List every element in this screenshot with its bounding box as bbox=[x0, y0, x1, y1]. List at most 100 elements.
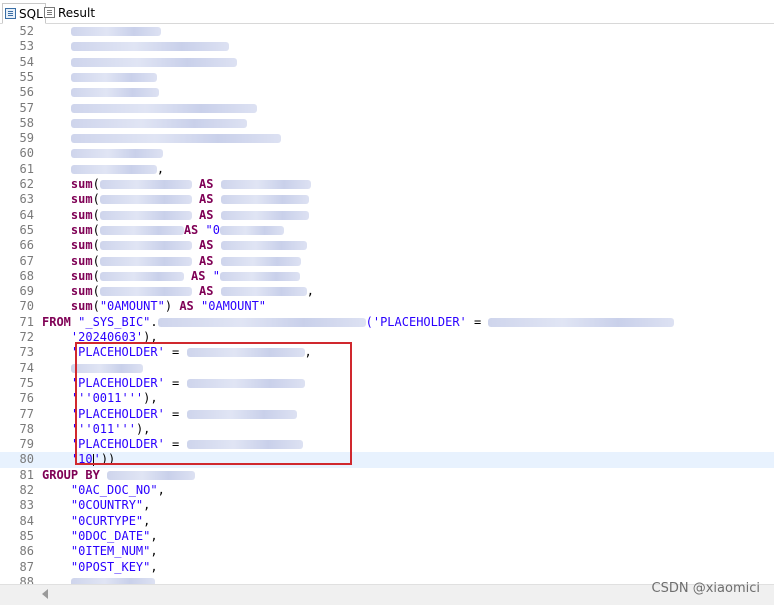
line-number: 82 bbox=[19, 483, 34, 497]
code-text: sum(AS "0 bbox=[42, 223, 284, 238]
code-line[interactable]: 71 FROM "_SYS_BIC". ('PLACEHOLDER' = bbox=[0, 315, 774, 330]
code-line[interactable]: 83 "0COUNTRY", bbox=[0, 498, 774, 513]
code-line[interactable]: 80 '10')) bbox=[0, 452, 774, 468]
code-line[interactable]: 86 "0ITEM_NUM", bbox=[0, 544, 774, 559]
code-line[interactable]: 75 'PLACEHOLDER' = bbox=[0, 376, 774, 391]
code-text bbox=[42, 575, 155, 584]
code-token: . bbox=[150, 314, 158, 329]
sql-code-editor[interactable]: 52 53 54 55 56 57 58 59 60 61 , 62 sum( A… bbox=[0, 23, 774, 584]
code-text: "0AC_DOC_NO", bbox=[42, 483, 165, 498]
code-line[interactable]: 78 '''011'''), bbox=[0, 422, 774, 437]
code-line[interactable]: 73 'PLACEHOLDER' = , bbox=[0, 345, 774, 360]
code-line[interactable]: 87 "0POST_KEY", bbox=[0, 560, 774, 575]
code-line[interactable]: 76 '''0011'''), bbox=[0, 391, 774, 406]
sql-string: "0AMOUNT" bbox=[201, 299, 267, 314]
sql-string: "0POST_KEY" bbox=[70, 559, 151, 574]
code-text bbox=[42, 85, 159, 100]
code-line[interactable]: 64 sum( AS bbox=[0, 208, 774, 223]
code-token: = bbox=[164, 406, 187, 421]
code-line[interactable]: 62 sum( AS bbox=[0, 177, 774, 192]
code-line[interactable]: 81 GROUP BY bbox=[0, 468, 774, 483]
line-number: 70 bbox=[19, 299, 34, 314]
redacted-text bbox=[99, 241, 192, 251]
sql-keyword: AS bbox=[191, 238, 221, 253]
line-number: 54 bbox=[19, 54, 34, 69]
code-line[interactable]: 57 bbox=[0, 101, 774, 116]
redacted-text bbox=[220, 256, 301, 266]
sql-keyword: AS bbox=[191, 177, 221, 191]
code-line[interactable]: 54 bbox=[0, 55, 774, 70]
code-text: sum( AS " bbox=[42, 269, 300, 284]
code-line[interactable]: 68 sum( AS " bbox=[0, 269, 774, 284]
code-line[interactable]: 69 sum( AS , bbox=[0, 284, 774, 299]
code-text: 'PLACEHOLDER' = bbox=[42, 407, 297, 422]
code-line[interactable]: 74 bbox=[0, 361, 774, 376]
redacted-text bbox=[488, 317, 675, 327]
code-line[interactable]: 77 'PLACEHOLDER' = bbox=[0, 407, 774, 422]
code-line[interactable]: 56 bbox=[0, 85, 774, 100]
code-line[interactable]: 66 sum( AS bbox=[0, 238, 774, 253]
code-text: "0POST_KEY", bbox=[42, 560, 158, 575]
sql-string: "0AMOUNT" bbox=[99, 299, 165, 314]
code-line[interactable]: 72 '20240603'), bbox=[0, 330, 774, 345]
code-line[interactable]: 67 sum( AS bbox=[0, 254, 774, 269]
redacted-text bbox=[70, 42, 229, 52]
redacted-text bbox=[70, 88, 159, 98]
code-text: '20240603'), bbox=[42, 330, 158, 345]
scroll-left-arrow-icon[interactable] bbox=[42, 589, 48, 599]
sql-string: "0DOC_DATE" bbox=[70, 528, 151, 543]
code-text: "0DOC_DATE", bbox=[42, 529, 158, 544]
sql-string: "0CURTYPE" bbox=[70, 513, 144, 528]
sql-keyword: sum bbox=[70, 238, 93, 253]
sql-keyword: AS bbox=[183, 222, 206, 237]
redacted-text bbox=[186, 378, 305, 388]
line-number: 59 bbox=[19, 131, 34, 146]
code-line[interactable]: 70 sum("0AMOUNT") AS "0AMOUNT" bbox=[0, 299, 774, 314]
code-line[interactable]: 58 bbox=[0, 116, 774, 131]
code-line[interactable]: 61 , bbox=[0, 162, 774, 177]
sql-string: '''0011''' bbox=[70, 391, 144, 406]
code-text bbox=[42, 146, 163, 161]
line-number: 64 bbox=[19, 207, 34, 222]
sql-keyword: sum bbox=[70, 253, 93, 268]
code-token: ( bbox=[92, 268, 100, 283]
code-text: sum( AS bbox=[42, 238, 307, 253]
line-number: 61 bbox=[19, 161, 34, 176]
code-line[interactable]: 82 "0AC_DOC_NO", bbox=[0, 483, 774, 498]
code-line[interactable]: 65 sum(AS "0 bbox=[0, 223, 774, 238]
code-line[interactable]: 60 bbox=[0, 146, 774, 161]
code-token: , bbox=[156, 161, 165, 176]
line-number: 60 bbox=[19, 146, 34, 161]
redacted-text bbox=[70, 134, 281, 144]
code-line[interactable]: 63 sum( AS bbox=[0, 192, 774, 207]
tab-sql[interactable]: SQL bbox=[2, 3, 46, 24]
tab-result[interactable]: Result bbox=[44, 3, 95, 22]
code-line[interactable]: 84 "0CURTYPE", bbox=[0, 514, 774, 529]
code-token: ( bbox=[92, 222, 100, 237]
sql-string: 'PLACEHOLDER' bbox=[70, 345, 165, 360]
code-line[interactable]: 85 "0DOC_DATE", bbox=[0, 529, 774, 544]
redacted-text bbox=[99, 287, 192, 297]
code-token: = bbox=[164, 375, 187, 390]
redacted-text bbox=[220, 210, 309, 220]
code-line[interactable]: 53 bbox=[0, 39, 774, 54]
code-token: ), bbox=[143, 391, 158, 406]
code-line[interactable]: 52 bbox=[0, 24, 774, 39]
sql-keyword: AS bbox=[183, 268, 213, 283]
sql-keyword: AS bbox=[191, 207, 221, 222]
code-line[interactable]: 59 bbox=[0, 131, 774, 146]
code-line[interactable]: 79 'PLACEHOLDER' = bbox=[0, 437, 774, 452]
code-line[interactable]: 55 bbox=[0, 70, 774, 85]
